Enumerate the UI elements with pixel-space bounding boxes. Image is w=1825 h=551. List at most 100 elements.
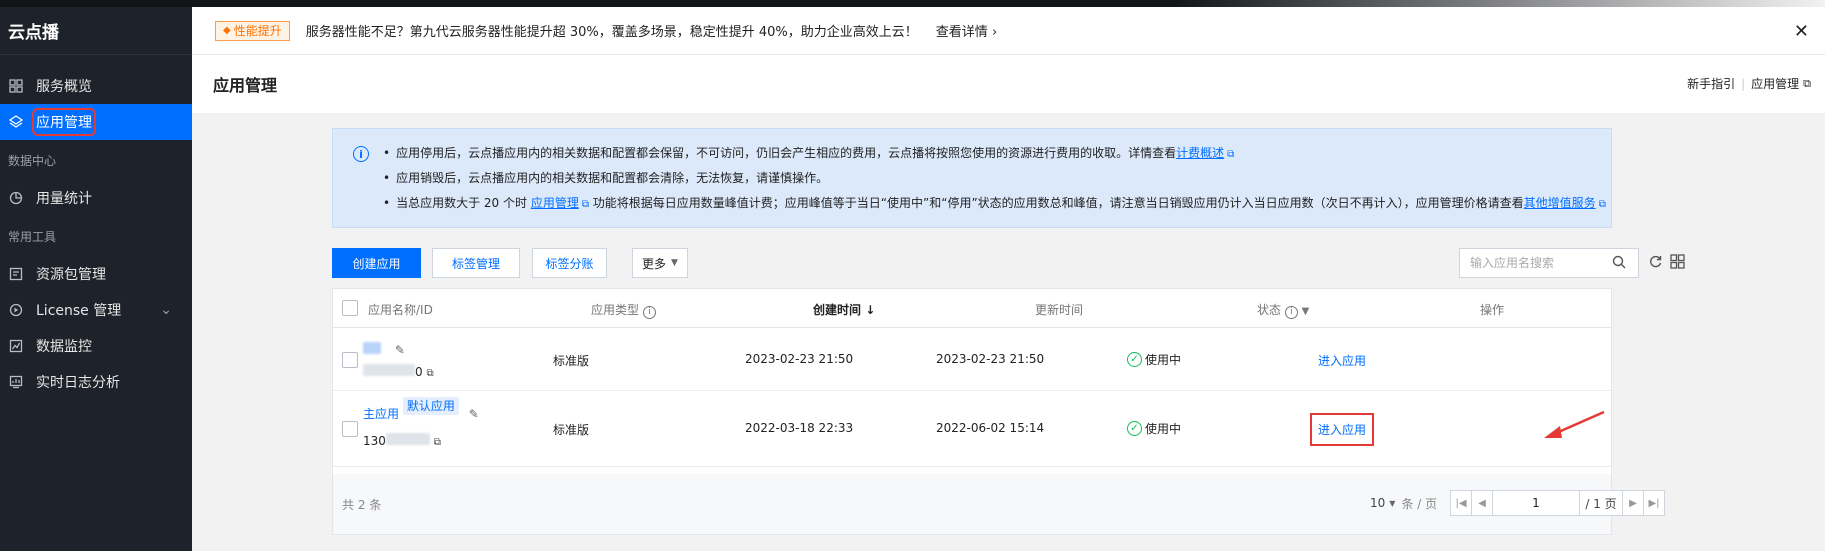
default-app-tag: 默认应用 [402, 397, 459, 415]
page-total: / 1 页 [1579, 490, 1623, 516]
app-manage-link[interactable]: 应用管理 [531, 196, 579, 210]
first-page-button[interactable]: |◀ [1450, 490, 1472, 516]
sidebar-item-usage[interactable]: 用量统计 [0, 180, 192, 216]
total-number: 2 [357, 498, 366, 512]
app-id-redacted [363, 364, 415, 376]
prev-page-button[interactable]: ◀ [1471, 490, 1493, 516]
table-footer: 共 2 条 10 ▼ 条 / 页 |◀ ◀ / 1 页 ▶ ▶| [333, 474, 1665, 534]
created-time: 2023-02-23 21:50 [745, 352, 854, 366]
page-size-unit: 条 / 页 [1401, 496, 1438, 511]
column-settings-icon[interactable] [1670, 254, 1685, 273]
pagination: |◀ ◀ / 1 页 ▶ ▶| [1450, 490, 1665, 516]
page-size-select[interactable]: 10 ▼ 条 / 页 [1370, 490, 1437, 516]
chevron-right-icon: › [991, 25, 998, 40]
info-icon[interactable]: i [1284, 305, 1298, 319]
col-name: 应用名称/ID [368, 303, 433, 317]
info-icon[interactable]: i [642, 305, 656, 319]
sort-desc-icon[interactable]: ↓ [865, 303, 875, 317]
nav-group-data: 数据中心 [8, 153, 57, 168]
billing-overview-link[interactable]: 计费概述 [1176, 146, 1224, 160]
top-strip [192, 0, 1825, 7]
notice-text: 应用停用后，云点播应用内的相关数据和配置都会保留，不可访问，仍旧会产生相应的费用… [396, 146, 1177, 160]
top-strip [0, 0, 192, 7]
layers-icon [8, 114, 24, 130]
sidebar-item-label: 服务概览 [36, 79, 92, 95]
app-type: 标准版 [553, 354, 590, 368]
log-icon [8, 374, 24, 390]
caret-down-icon: ▼ [671, 258, 678, 268]
nav-group-tools: 常用工具 [8, 229, 57, 244]
next-page-button[interactable]: ▶ [1622, 490, 1644, 516]
page-number-input[interactable] [1492, 490, 1580, 516]
enter-app-link[interactable]: 进入应用 [1309, 413, 1375, 446]
check-circle-icon: ✓ [1127, 421, 1142, 436]
row-checkbox[interactable] [342, 352, 358, 368]
brand-title[interactable]: 云点播 [0, 7, 192, 55]
app-id-prefix: 130 [363, 434, 386, 448]
app-type: 标准版 [553, 423, 590, 437]
banner-detail-link[interactable]: 查看详情 › [936, 21, 997, 40]
copy-icon[interactable]: ⧉ [426, 368, 433, 379]
updated-time: 2022-06-02 15:14 [936, 421, 1045, 435]
search-box [1459, 248, 1639, 278]
copy-icon[interactable]: ⧉ [434, 437, 441, 448]
banner-message: 服务器性能不足？第九代云服务器性能提升超 30%，覆盖多场景，稳定性提升 40%… [305, 25, 918, 40]
app-table: 应用名称/ID 应用类型 i 创建时间 ↓ 更新时间 状态 i ▼ 操作 ✎ 0… [332, 288, 1665, 535]
search-icon[interactable] [1612, 255, 1626, 272]
diamond-icon: ◆ [223, 25, 231, 36]
app-manage-doc-link[interactable]: 应用管理 [1751, 75, 1799, 92]
edit-icon[interactable]: ✎ [395, 343, 405, 357]
col-created-label: 创建时间 [813, 303, 862, 317]
external-link-icon: ⧉ [1227, 149, 1235, 160]
sidebar-item-monitor[interactable]: 数据监控 [0, 328, 192, 364]
notice-text: 应用销毁后，云点播应用内的相关数据和配置都会清除，无法恢复，请谨慎操作。 [396, 171, 829, 185]
total-prefix: 共 [342, 498, 355, 512]
more-dropdown[interactable]: 更多 ▼ [632, 248, 688, 278]
notice-line-1: 应用停用后，云点播应用内的相关数据和配置都会保留，不可访问，仍旧会产生相应的费用… [383, 141, 1611, 166]
col-status-label: 状态 [1257, 303, 1282, 317]
status-label: 使用中 [1145, 353, 1182, 367]
enter-app-link[interactable]: 进入应用 [1318, 352, 1366, 369]
select-all-checkbox[interactable] [342, 300, 358, 316]
app-id-redacted [385, 433, 430, 445]
guide-link[interactable]: 新手指引 [1687, 75, 1735, 92]
sidebar: 云点播 服务概览 应用管理 数据中心 用量统计 常用工具 资源包管理 Licen… [0, 0, 192, 551]
page-size-value: 10 [1370, 496, 1386, 510]
create-app-button[interactable]: 创建应用 [332, 248, 421, 278]
notice-text: 功能将根据每日应用数量峰值计费；应用峰值等于当日“使用中”和“停用”状态的应用数… [592, 196, 1524, 210]
app-name-link[interactable]: 主应用 [363, 407, 399, 421]
tag-billing-button[interactable]: 标签分账 [532, 248, 607, 278]
perf-badge-label: 性能提升 [233, 24, 282, 38]
notice-text: 当总应用数大于 20 个时 [396, 196, 527, 210]
sidebar-item-app-manage[interactable]: 应用管理 [0, 104, 192, 140]
sidebar-item-overview[interactable]: 服务概览 [0, 68, 192, 104]
more-label: 更多 [642, 256, 667, 271]
last-page-button[interactable]: ▶| [1643, 490, 1665, 516]
sidebar-item-package[interactable]: 资源包管理 [0, 256, 192, 292]
close-icon[interactable]: ✕ [1794, 21, 1809, 42]
sidebar-item-label: 实时日志分析 [36, 375, 120, 391]
tag-manage-button[interactable]: 标签管理 [432, 248, 520, 278]
sidebar-item-label: 数据监控 [36, 339, 92, 355]
grid-icon [8, 78, 24, 94]
sidebar-item-log[interactable]: 实时日志分析 [0, 364, 192, 400]
sidebar-item-label: 应用管理 [32, 108, 96, 136]
filter-icon[interactable]: ▼ [1302, 306, 1310, 317]
search-input[interactable] [1460, 249, 1610, 277]
annotation-arrow-icon [1544, 410, 1605, 438]
edit-icon[interactable]: ✎ [469, 407, 479, 421]
refresh-icon[interactable] [1648, 254, 1663, 273]
sidebar-item-label: 用量统计 [36, 191, 92, 207]
col-created[interactable]: 创建时间 ↓ [813, 301, 875, 318]
chevron-down-icon[interactable]: ⌄ [160, 302, 172, 318]
sidebar-item-license[interactable]: License 管理 ⌄ [0, 292, 192, 328]
table-row: ✎ 0 ⧉ 标准版 2023-02-23 21:50 2023-02-23 21… [333, 328, 1611, 391]
app-name-cell: 主应用 默认应用 ✎ [363, 397, 479, 422]
toolbar: 创建应用 标签管理 标签分账 更多 ▼ [332, 248, 1685, 278]
value-added-service-link[interactable]: 其他增值服务 [1524, 196, 1596, 210]
col-updated: 更新时间 [1035, 303, 1084, 317]
row-checkbox[interactable] [342, 421, 358, 437]
col-type: 应用类型 i [591, 301, 656, 319]
app-name-redacted[interactable] [363, 342, 381, 354]
status-badge: ✓ 使用中 [1127, 351, 1181, 368]
